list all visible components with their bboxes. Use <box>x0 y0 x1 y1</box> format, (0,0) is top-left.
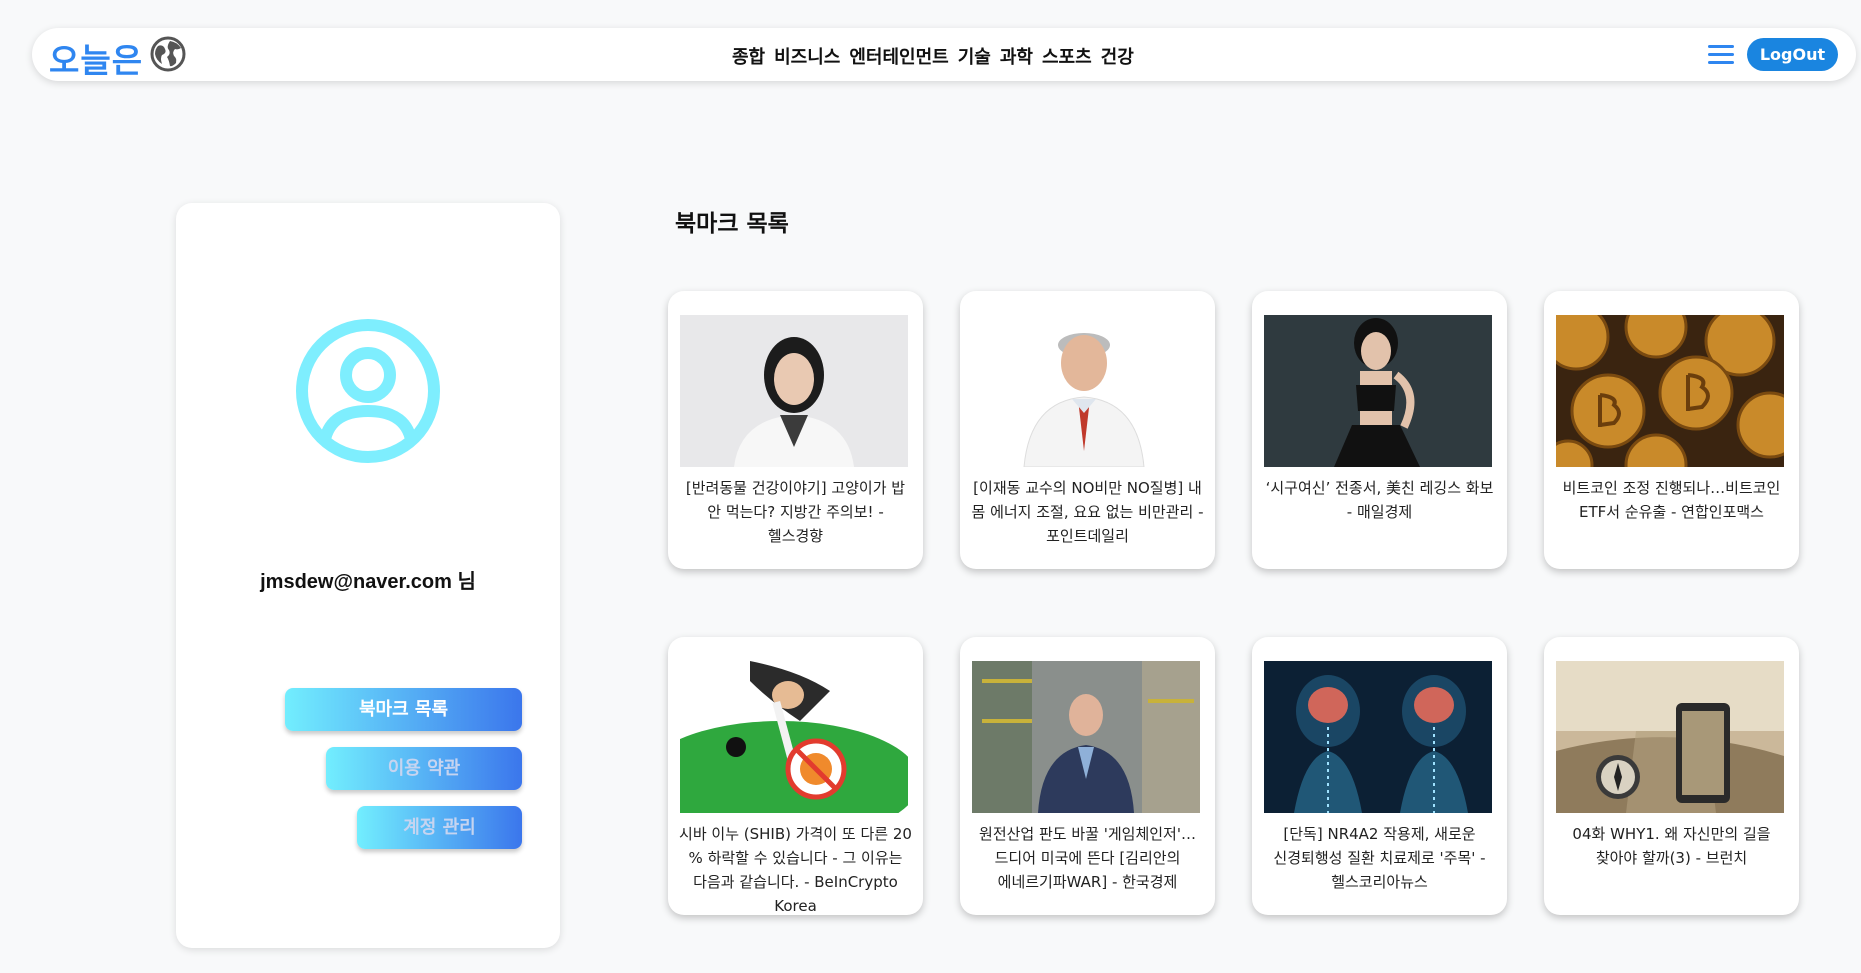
article-thumbnail <box>680 315 908 467</box>
site-logo[interactable]: 오늘은 <box>49 34 143 82</box>
article-title: [반려동물 건강이야기] 고양이가 밥 안 먹는다? 지방간 주의보! - 헬스… <box>685 479 906 545</box>
bookmark-card[interactable]: [반려동물 건강이야기] 고양이가 밥 안 먹는다? 지방간 주의보! - 헬스… <box>668 291 923 569</box>
article-thumbnail <box>1264 661 1492 813</box>
user-avatar-icon <box>296 319 440 463</box>
nav-item-science[interactable]: 과학 <box>1000 43 1033 69</box>
top-navbar: 오늘은 종합 비즈니스 엔터테인먼트 기술 과학 스포츠 건강 LogOut <box>32 28 1856 81</box>
article-title: [이재동 교수의 NO비만 NO질병] 내 몸 에너지 조절, 요요 없는 비만… <box>971 479 1204 545</box>
article-thumbnail <box>1264 315 1492 467</box>
article-thumbnail <box>1556 661 1784 813</box>
article-thumbnail <box>680 661 908 813</box>
globe-icon[interactable] <box>150 36 186 72</box>
bookmark-card[interactable]: 04화 WHY1. 왜 자신만의 길을 찾아야 할까(3) - 브런치 <box>1544 637 1799 915</box>
bookmark-card[interactable]: ‘시구여신’ 전종서, 美친 레깅스 화보 - 매일경제 <box>1252 291 1507 569</box>
article-thumbnail <box>972 315 1200 467</box>
bookmark-card[interactable]: 원전산업 판도 바꿀 '게임체인저'… 드디어 미국에 뜬다 [김리안의 에네르… <box>960 637 1215 915</box>
bookmark-card[interactable]: 비트코인 조정 진행되나…비트코인 ETF서 순유출 - 연합인포맥스 <box>1544 291 1799 569</box>
bookmark-list-button[interactable]: 북마크 목록 <box>285 688 522 731</box>
article-thumbnail <box>972 661 1200 813</box>
article-title: ‘시구여신’ 전종서, 美친 레깅스 화보 - 매일경제 <box>1265 479 1494 521</box>
article-title: 비트코인 조정 진행되나…비트코인 ETF서 순유출 - 연합인포맥스 <box>1562 479 1781 521</box>
logout-button[interactable]: LogOut <box>1747 38 1838 71</box>
bookmarks-heading: 북마크 목록 <box>675 211 789 237</box>
article-thumbnail <box>1556 315 1784 467</box>
terms-of-use-button[interactable]: 이용 약관 <box>326 747 522 790</box>
nav-item-general[interactable]: 종합 <box>732 43 765 69</box>
article-title: 04화 WHY1. 왜 자신만의 길을 찾아야 할까(3) - 브런치 <box>1572 825 1771 867</box>
bookmark-card[interactable]: [이재동 교수의 NO비만 NO질병] 내 몸 에너지 조절, 요요 없는 비만… <box>960 291 1215 569</box>
bookmark-card[interactable]: 시바 이누 (SHIB) 가격이 또 다른 20 % 하락할 수 있습니다 - … <box>668 637 923 915</box>
nav-item-entertainment[interactable]: 엔터테인먼트 <box>849 43 948 69</box>
profile-card: jmsdew@naver.com 님 북마크 목록 이용 약관 계정 관리 <box>176 203 560 948</box>
hamburger-menu-icon[interactable] <box>1708 45 1734 65</box>
nav-item-health[interactable]: 건강 <box>1101 43 1134 69</box>
account-management-button[interactable]: 계정 관리 <box>357 806 522 849</box>
article-title: 원전산업 판도 바꿀 '게임체인저'… 드디어 미국에 뜬다 [김리안의 에네르… <box>979 825 1196 891</box>
nav-item-technology[interactable]: 기술 <box>958 43 991 69</box>
article-title: 시바 이누 (SHIB) 가격이 또 다른 20 % 하락할 수 있습니다 - … <box>679 825 912 915</box>
nav-item-business[interactable]: 비즈니스 <box>774 43 840 69</box>
category-nav: 종합 비즈니스 엔터테인먼트 기술 과학 스포츠 건강 <box>732 43 1134 69</box>
nav-item-sports[interactable]: 스포츠 <box>1042 43 1092 69</box>
user-email: jmsdew@naver.com 님 <box>260 571 476 593</box>
bookmark-card[interactable]: [단독] NR4A2 작용제, 새로운 신경퇴행성 질환 치료제로 '주목' -… <box>1252 637 1507 915</box>
article-title: [단독] NR4A2 작용제, 새로운 신경퇴행성 질환 치료제로 '주목' -… <box>1273 825 1486 891</box>
